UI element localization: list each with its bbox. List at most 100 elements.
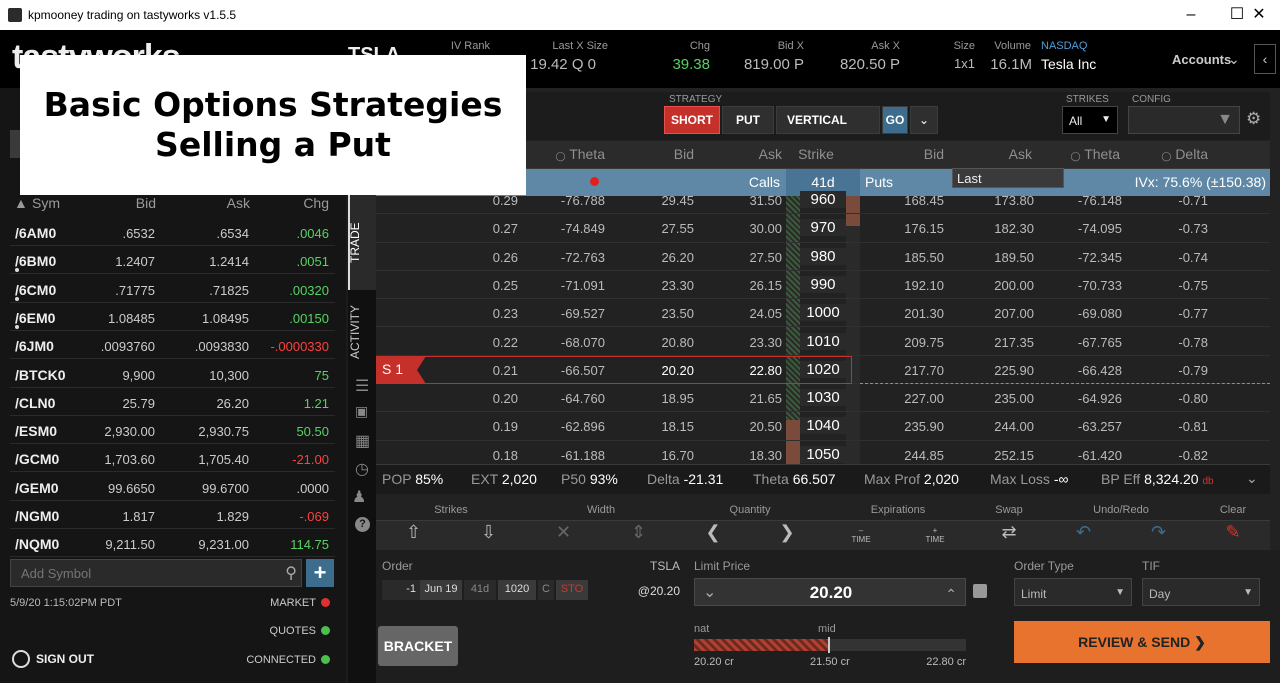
strike-price[interactable]: 1040 <box>800 417 846 435</box>
order-type-cp[interactable]: C <box>538 580 554 600</box>
call-bid[interactable]: 18.95 <box>620 391 694 406</box>
width-narrow-icon[interactable]: ✕ <box>526 522 601 543</box>
strike-price[interactable]: 1030 <box>800 389 846 407</box>
call-theta[interactable]: -61.188 <box>530 448 605 463</box>
put-delta[interactable]: -0.82 <box>1130 448 1208 463</box>
watchlist-row[interactable]: /6AM0 .6532 .6534 .0046 <box>10 218 335 246</box>
chevron-left-icon[interactable]: ‹ <box>1254 44 1276 74</box>
call-bid[interactable]: 20.80 <box>620 335 694 350</box>
clock-icon[interactable]: ◷ <box>355 459 369 479</box>
call-theta[interactable]: -64.760 <box>530 391 605 406</box>
call-theta[interactable]: -76.788 <box>530 193 605 208</box>
call-bid[interactable]: 26.20 <box>620 250 694 265</box>
col-strike[interactable]: Strike <box>786 146 846 162</box>
call-bid[interactable]: 23.30 <box>620 278 694 293</box>
put-delta[interactable]: -0.78 <box>1130 335 1208 350</box>
watchlist-row[interactable]: /ESM0 2,930.00 2,930.75 50.50 <box>10 416 335 445</box>
strike-price[interactable]: 990 <box>800 275 846 293</box>
watchlist-row[interactable]: /CLN0 25.79 26.20 1.21 <box>10 388 335 416</box>
bracket-button[interactable]: BRACKET <box>378 626 458 666</box>
call-delta[interactable]: 0.25 <box>440 278 518 293</box>
call-theta[interactable]: -72.763 <box>530 250 605 265</box>
quantity-decrease-icon[interactable]: ❮ <box>676 522 750 543</box>
call-bid[interactable]: 29.45 <box>620 193 694 208</box>
go-button[interactable]: GO <box>882 106 908 134</box>
put-theta[interactable]: -63.257 <box>1040 419 1122 434</box>
price-up-icon[interactable]: ⌃ <box>945 586 957 603</box>
limit-price-field[interactable]: ⌄ 20.20 ⌃ <box>694 578 966 606</box>
order-expiration[interactable]: Jun 19 <box>420 580 462 600</box>
put-ask[interactable]: 217.35 <box>960 335 1034 350</box>
add-symbol-input[interactable] <box>11 560 271 586</box>
call-delta[interactable]: 0.27 <box>440 221 518 236</box>
call-ask[interactable]: 24.05 <box>710 306 782 321</box>
put-theta[interactable]: -69.080 <box>1040 306 1122 321</box>
lock-icon[interactable] <box>973 584 987 598</box>
call-delta[interactable]: 0.29 <box>440 193 518 208</box>
put-theta[interactable]: -67.765 <box>1040 335 1122 350</box>
call-ask[interactable]: 23.30 <box>710 335 782 350</box>
strike-price[interactable]: 1000 <box>800 304 846 322</box>
watchlist-col-chg[interactable]: Chg <box>298 195 329 211</box>
config-box[interactable]: ▼ <box>1128 106 1240 134</box>
col-ask-calls[interactable]: Ask <box>710 146 782 162</box>
sign-out-icon[interactable] <box>12 650 30 668</box>
order-quantity[interactable]: -1 <box>382 580 420 600</box>
strike-price[interactable]: 980 <box>800 247 846 265</box>
put-bid[interactable]: 244.85 <box>870 448 944 463</box>
stats-expand-chevron-icon[interactable]: ⌄ <box>1246 470 1258 487</box>
watchlist-row[interactable]: /NQM0 9,211.50 9,231.00 114.75 <box>10 529 335 558</box>
call-ask[interactable]: 31.50 <box>710 193 782 208</box>
tif-select[interactable]: Day ▼ <box>1142 578 1260 606</box>
put-ask[interactable]: 244.00 <box>960 419 1034 434</box>
clear-eraser-icon[interactable]: ✎ <box>1196 522 1270 543</box>
call-theta[interactable]: -62.896 <box>530 419 605 434</box>
col-ask-puts[interactable]: Ask <box>960 146 1032 162</box>
watchlist-col-bid[interactable]: Bid <box>130 195 156 211</box>
put-bid[interactable]: 235.90 <box>870 419 944 434</box>
strike-price[interactable]: 1050 <box>800 445 846 463</box>
put-ask[interactable]: 252.15 <box>960 448 1034 463</box>
watchlist-row[interactable]: /6CM0 .71775 .71825 .00320 <box>10 275 335 303</box>
order-action[interactable]: STO <box>556 580 588 600</box>
put-ask[interactable]: 182.30 <box>960 221 1034 236</box>
watchlist-col-ask[interactable]: Ask <box>222 195 250 211</box>
tab-trade[interactable]: TRADE <box>348 200 376 285</box>
put-theta[interactable]: -70.733 <box>1040 278 1122 293</box>
put-bid[interactable]: 227.00 <box>870 391 944 406</box>
add-symbol-box[interactable]: ⚲ <box>10 559 302 587</box>
strikes-up-icon[interactable]: ⇧ <box>376 522 451 543</box>
call-bid[interactable]: 23.50 <box>620 306 694 321</box>
price-range-bar[interactable] <box>694 637 966 653</box>
watchlist-row[interactable]: /BTCK0 9,900 10,300 75 <box>10 360 335 388</box>
put-theta[interactable]: -61.420 <box>1040 448 1122 463</box>
call-ask[interactable]: 27.50 <box>710 250 782 265</box>
watchlist-col-sym[interactable]: Sym <box>32 195 60 211</box>
put-bid[interactable]: 168.45 <box>870 193 944 208</box>
put-ask[interactable]: 235.00 <box>960 391 1034 406</box>
put-ask[interactable]: 189.50 <box>960 250 1034 265</box>
watchlist-row[interactable]: /6EM0 1.08485 1.08495 .00150 <box>10 303 335 331</box>
col-theta-puts[interactable]: ◯ Theta <box>1040 146 1120 162</box>
monitor-icon[interactable]: ▣ <box>355 403 368 420</box>
call-bid[interactable]: 27.55 <box>620 221 694 236</box>
swap-icon[interactable]: ⇄ <box>972 522 1046 543</box>
put-bid[interactable]: 209.75 <box>870 335 944 350</box>
put-ask[interactable]: 173.80 <box>960 193 1034 208</box>
minimize-icon[interactable]: – <box>1168 0 1214 30</box>
order-type-select[interactable]: Limit ▼ <box>1014 578 1132 606</box>
call-ask[interactable]: 30.00 <box>710 221 782 236</box>
sign-out-button[interactable]: SIGN OUT <box>36 652 94 666</box>
call-delta[interactable]: 0.19 <box>440 419 518 434</box>
call-delta[interactable]: 0.22 <box>440 335 518 350</box>
strike-price[interactable]: 970 <box>800 219 846 237</box>
call-delta[interactable]: 0.18 <box>440 448 518 463</box>
order-strike[interactable]: 1020 <box>498 580 536 600</box>
watchlist-row[interactable]: /NGM0 1.817 1.829 -.069 <box>10 501 335 529</box>
put-ask[interactable]: 200.00 <box>960 278 1034 293</box>
call-ask[interactable]: 21.65 <box>710 391 782 406</box>
list-icon[interactable]: ☰ <box>355 376 369 396</box>
put-bid[interactable]: 192.10 <box>870 278 944 293</box>
undo-icon[interactable]: ↶ <box>1046 522 1121 543</box>
col-bid-puts[interactable]: Bid <box>870 146 944 162</box>
